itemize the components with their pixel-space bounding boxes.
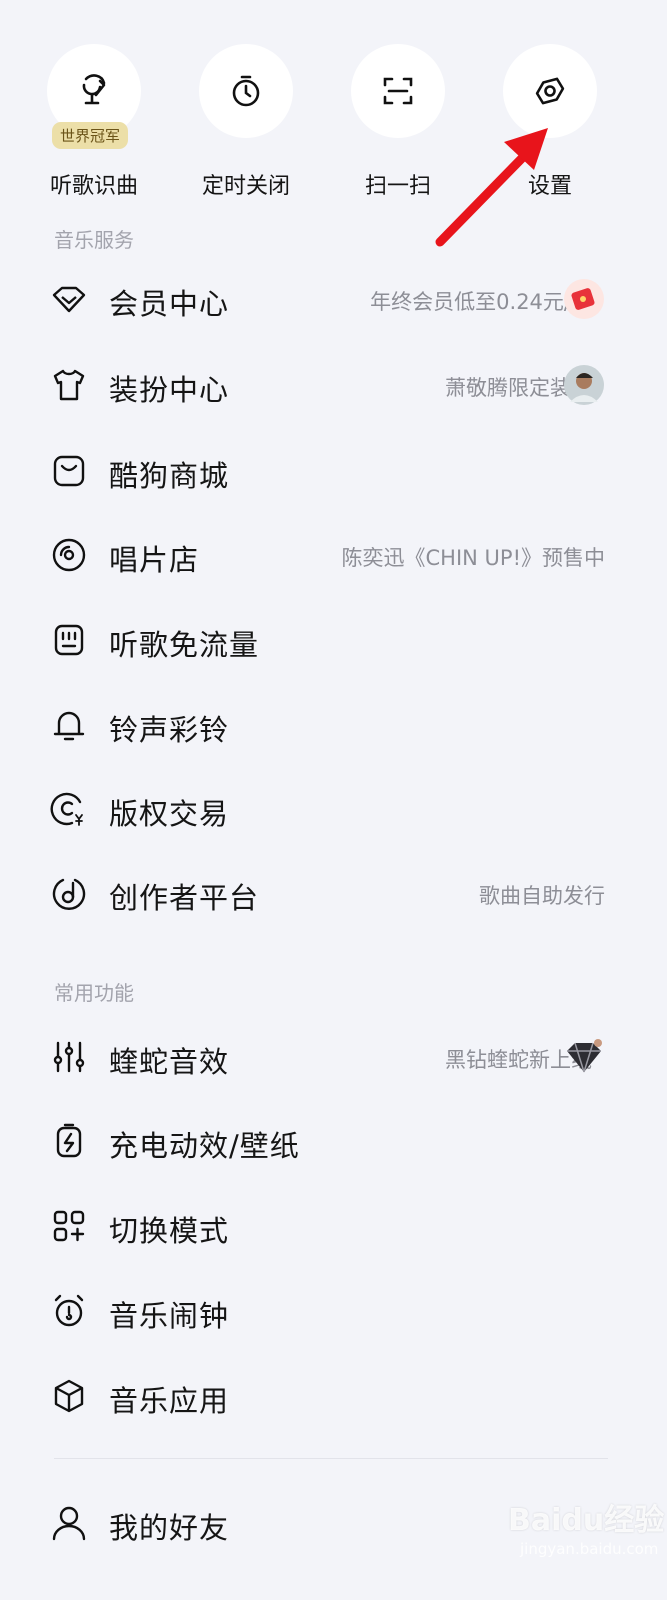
menu-item-music-apps[interactable]: 音乐应用 <box>0 1353 667 1439</box>
menu-item-kugou-mall[interactable]: 酷狗商城 <box>0 428 667 514</box>
user-icon <box>50 1504 88 1542</box>
menu-item-note: 陈奕迅《CHIN UP!》预售中 <box>341 546 605 570</box>
menu-item-vip-center[interactable]: 会员中心 年终会员低至0.24元/天 <box>0 256 667 342</box>
menu-item-label: 音乐闹钟 <box>109 1299 230 1333</box>
menu-item-label: 蝰蛇音效 <box>109 1045 230 1079</box>
quick-action-label: 设置 <box>527 174 572 199</box>
quick-action-label: 听歌识曲 <box>49 174 138 199</box>
diamond-icon <box>50 280 88 318</box>
cube-icon <box>50 1377 88 1415</box>
menu-item-dress-up-center[interactable]: 装扮中心 萧敬腾限定装扮 <box>0 342 667 428</box>
menu-item-label: 音乐应用 <box>109 1384 230 1418</box>
menu-item-label: 会员中心 <box>109 287 230 321</box>
champion-badge: 世界冠军 <box>52 122 129 149</box>
menu-item-viper-sound[interactable]: 蝰蛇音效 黑钻蝰蛇新上线 <box>0 1014 667 1100</box>
bell-icon <box>50 706 88 744</box>
mic-recognize-icon: 世界冠军 <box>47 44 141 149</box>
divider <box>54 1458 608 1459</box>
menu-item-creator-platform[interactable]: 创作者平台 歌曲自助发行 <box>0 850 667 936</box>
section-title-common-functions: 常用功能 <box>54 981 134 1005</box>
menu-item-label: 听歌免流量 <box>109 628 260 662</box>
scan-icon <box>351 44 445 138</box>
quick-actions: 世界冠军 听歌识曲 定时关闭 扫一扫 设置 <box>0 0 667 220</box>
menu-item-ringtones[interactable]: 铃声彩铃 <box>0 682 667 768</box>
menu-item-note: 歌曲自助发行 <box>479 884 605 908</box>
avatar <box>563 364 605 406</box>
menu-item-free-data[interactable]: 听歌免流量 <box>0 597 667 683</box>
menu-item-label: 充电动效/壁纸 <box>109 1129 300 1163</box>
black-diamond-icon <box>563 1036 605 1078</box>
watermark: Baidu经验 <box>508 1503 665 1538</box>
menu-item-label: 铃声彩铃 <box>109 713 230 747</box>
menu-item-music-alarm[interactable]: 音乐闹钟 <box>0 1268 667 1354</box>
vinyl-icon <box>50 536 88 574</box>
menu-item-label: 装扮中心 <box>109 373 230 407</box>
sleep-timer-button[interactable]: 定时关闭 <box>176 44 316 200</box>
menu-item-switch-mode[interactable]: 切换模式 <box>0 1183 667 1269</box>
menu-item-copyright-trade[interactable]: 版权交易 <box>0 766 667 852</box>
menu-item-note: 年终会员低至0.24元/天 <box>370 290 592 314</box>
tshirt-icon <box>50 366 88 404</box>
menu-item-label: 我的好友 <box>109 1511 230 1545</box>
menu-item-label: 版权交易 <box>109 797 230 831</box>
menu-item-charging-animation[interactable]: 充电动效/壁纸 <box>0 1098 667 1184</box>
quick-action-label: 扫一扫 <box>364 174 431 199</box>
battery-bolt-icon <box>50 1122 88 1160</box>
watermark-url: jingyan.baidu.com <box>520 1540 659 1558</box>
alarm-clock-icon <box>50 1292 88 1330</box>
menu-item-label: 切换模式 <box>109 1214 230 1248</box>
song-recognition-button[interactable]: 世界冠军 听歌识曲 <box>24 44 164 200</box>
gear-icon <box>503 44 597 138</box>
settings-button[interactable]: 设置 <box>480 44 620 200</box>
timer-icon <box>199 44 293 138</box>
red-envelope-icon <box>563 278 605 320</box>
music-note-circle-icon <box>50 874 88 912</box>
section-title-music-services: 音乐服务 <box>54 228 134 252</box>
menu-item-label: 唱片店 <box>109 543 200 577</box>
grid-switch-icon <box>50 1207 88 1245</box>
equalizer-icon <box>50 1038 88 1076</box>
shopping-bag-icon <box>50 452 88 490</box>
quick-action-label: 定时关闭 <box>201 174 290 199</box>
menu-item-label: 创作者平台 <box>109 881 260 915</box>
menu-item-record-store[interactable]: 唱片店 陈奕迅《CHIN UP!》预售中 <box>0 512 667 598</box>
menu-item-label: 酷狗商城 <box>109 459 230 493</box>
sim-card-icon <box>50 621 88 659</box>
copyright-yen-icon <box>50 790 88 828</box>
scan-button[interactable]: 扫一扫 <box>328 44 468 200</box>
